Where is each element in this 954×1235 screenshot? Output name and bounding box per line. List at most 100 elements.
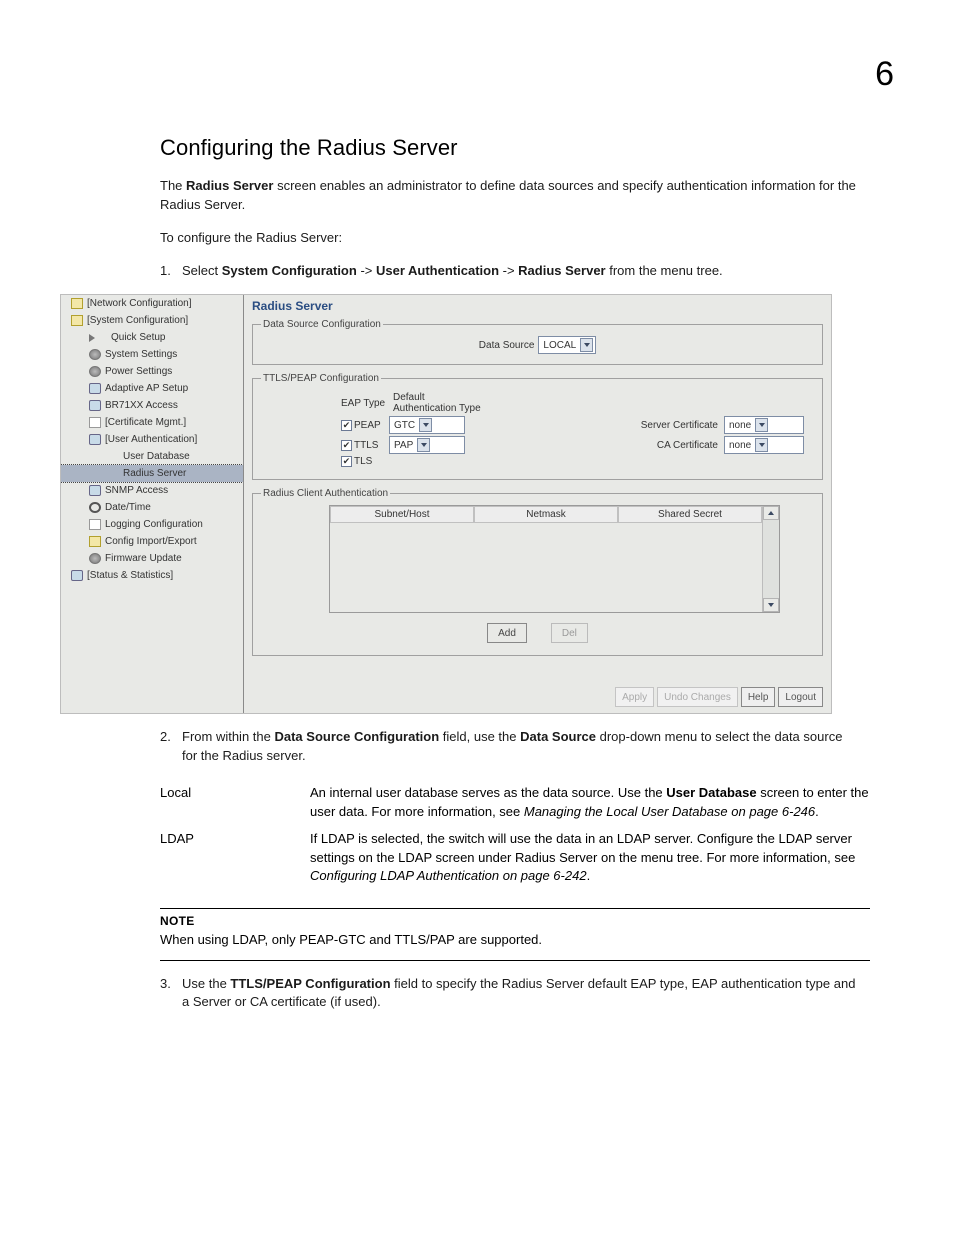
ca-cert-select[interactable]: none [724,436,804,454]
note-block: NOTE When using LDAP, only PEAP-GTC and … [160,908,870,960]
radius-client-auth-group: Radius Client Authentication Subnet/Host… [252,488,823,656]
tree-item-label: Logging Configuration [105,517,203,532]
intro-paragraph-2: To configure the Radius Server: [160,229,860,248]
col-netmask[interactable]: Netmask [474,506,618,523]
apply-button[interactable]: Apply [615,687,654,707]
def-term: Local [160,784,310,822]
icon-arrow-icon [89,334,107,342]
main-pane: Radius Server Data Source Configuration … [244,295,831,713]
tree-item[interactable]: Quick Setup [61,329,243,346]
tree-item[interactable]: [Status & Statistics] [61,567,243,584]
text: The [160,178,186,193]
tree-item[interactable]: Radius Server [61,465,243,482]
tree-item-label: [User Authentication] [105,432,197,447]
text: Use the [182,976,230,991]
def-row-local: Local An internal user database serves a… [160,780,890,826]
tree-item[interactable]: BR71XX Access [61,397,243,414]
icon-file-icon [89,417,101,428]
peap-auth-select[interactable]: GTC [389,416,465,434]
step-text: From within the Data Source Configuratio… [182,728,860,766]
emphasis-link: Configuring LDAP Authentication on page … [310,868,587,883]
client-table-body[interactable] [330,523,762,612]
bold-radius-server: Radius Server [186,178,273,193]
data-source-select[interactable]: LOCAL [538,336,596,354]
tree-item-label: User Database [123,449,190,464]
bold-data-source-config: Data Source Configuration [274,729,439,744]
def-desc: If LDAP is selected, the switch will use… [310,830,890,887]
tree-item[interactable]: Logging Configuration [61,516,243,533]
tree-item[interactable]: [System Configuration] [61,312,243,329]
tree-item-label: BR71XX Access [105,398,178,413]
divider [160,908,870,909]
tree-item[interactable]: [User Authentication] [61,431,243,448]
icon-folder-icon [71,315,83,326]
tree-item[interactable]: SNMP Access [61,482,243,499]
note-label: NOTE [160,913,870,930]
text: -> [499,263,518,278]
tree-item-label: Date/Time [105,500,151,515]
page-heading: Configuring the Radius Server [160,135,894,161]
table-scrollbar[interactable] [762,506,779,612]
col-shared-secret[interactable]: Shared Secret [618,506,762,523]
tree-item[interactable]: Adaptive AP Setup [61,380,243,397]
tree-item[interactable]: Firmware Update [61,550,243,567]
step-text: Select System Configuration -> User Auth… [182,262,860,281]
def-desc: An internal user database serves as the … [310,784,890,822]
ttls-auth-value: PAP [394,440,413,451]
nav-tree[interactable]: [Network Configuration][System Configura… [61,295,244,713]
tree-item-label: Firmware Update [105,551,182,566]
ttls-checkbox[interactable]: ✔ [341,440,352,451]
bold-ttls-peap-config: TTLS/PEAP Configuration [230,976,390,991]
ttls-auth-select[interactable]: PAP [389,436,465,454]
radius-client-auth-legend: Radius Client Authentication [261,488,390,499]
icon-gear-icon [89,349,101,360]
undo-changes-button[interactable]: Undo Changes [657,687,738,707]
tree-item[interactable]: System Settings [61,346,243,363]
col-subnet-host[interactable]: Subnet/Host [330,506,474,523]
tree-item[interactable]: Date/Time [61,499,243,516]
tree-item-label: [Network Configuration] [87,296,192,311]
bold-user-database: User Database [666,785,756,800]
help-button[interactable]: Help [741,687,776,707]
emphasis-link: Managing the Local User Database on page… [524,804,815,819]
server-cert-select[interactable]: none [724,416,804,434]
step-2: 2. From within the Data Source Configura… [160,728,860,766]
scroll-up-icon[interactable] [763,506,779,520]
dropdown-caret-icon [580,338,593,352]
icon-folder-icon [89,536,101,547]
icon-clock-icon [89,502,101,513]
step-3: 3. Use the TTLS/PEAP Configuration field… [160,975,860,1013]
tree-item[interactable]: [Network Configuration] [61,295,243,312]
del-button[interactable]: Del [551,623,588,643]
definition-table: Local An internal user database serves a… [160,780,890,890]
tls-checkbox[interactable]: ✔ [341,456,352,467]
ca-cert-value: none [729,440,751,451]
tree-item-label: [Status & Statistics] [87,568,173,583]
text: . [587,868,591,883]
client-auth-table: Subnet/Host Netmask Shared Secret [329,505,780,613]
peap-checkbox[interactable]: ✔ [341,420,352,431]
data-source-label: Data Source [479,340,535,351]
pane-title: Radius Server [250,297,825,317]
icon-db-icon [71,570,83,581]
app-window: [Network Configuration][System Configura… [60,294,832,714]
dropdown-caret-icon [755,418,768,432]
ttls-peap-config-legend: TTLS/PEAP Configuration [261,373,381,384]
add-button[interactable]: Add [487,623,527,643]
eap-type-header: EAP Type [341,398,389,409]
tree-item[interactable]: [Certificate Mgmt.] [61,414,243,431]
page-number: 6 [875,55,894,94]
scroll-down-icon[interactable] [763,598,779,612]
tree-item[interactable]: Config Import/Export [61,533,243,550]
tree-item-label: Adaptive AP Setup [105,381,188,396]
tree-item[interactable]: User Database [61,448,243,465]
logout-button[interactable]: Logout [778,687,823,707]
bold-data-source: Data Source [520,729,596,744]
icon-gear-icon [89,553,101,564]
data-source-config-legend: Data Source Configuration [261,319,383,330]
tree-item[interactable]: Power Settings [61,363,243,380]
bold-system-configuration: System Configuration [222,263,357,278]
text: Select [182,263,222,278]
step-1: 1. Select System Configuration -> User A… [160,262,860,281]
icon-folder-icon [71,298,83,309]
